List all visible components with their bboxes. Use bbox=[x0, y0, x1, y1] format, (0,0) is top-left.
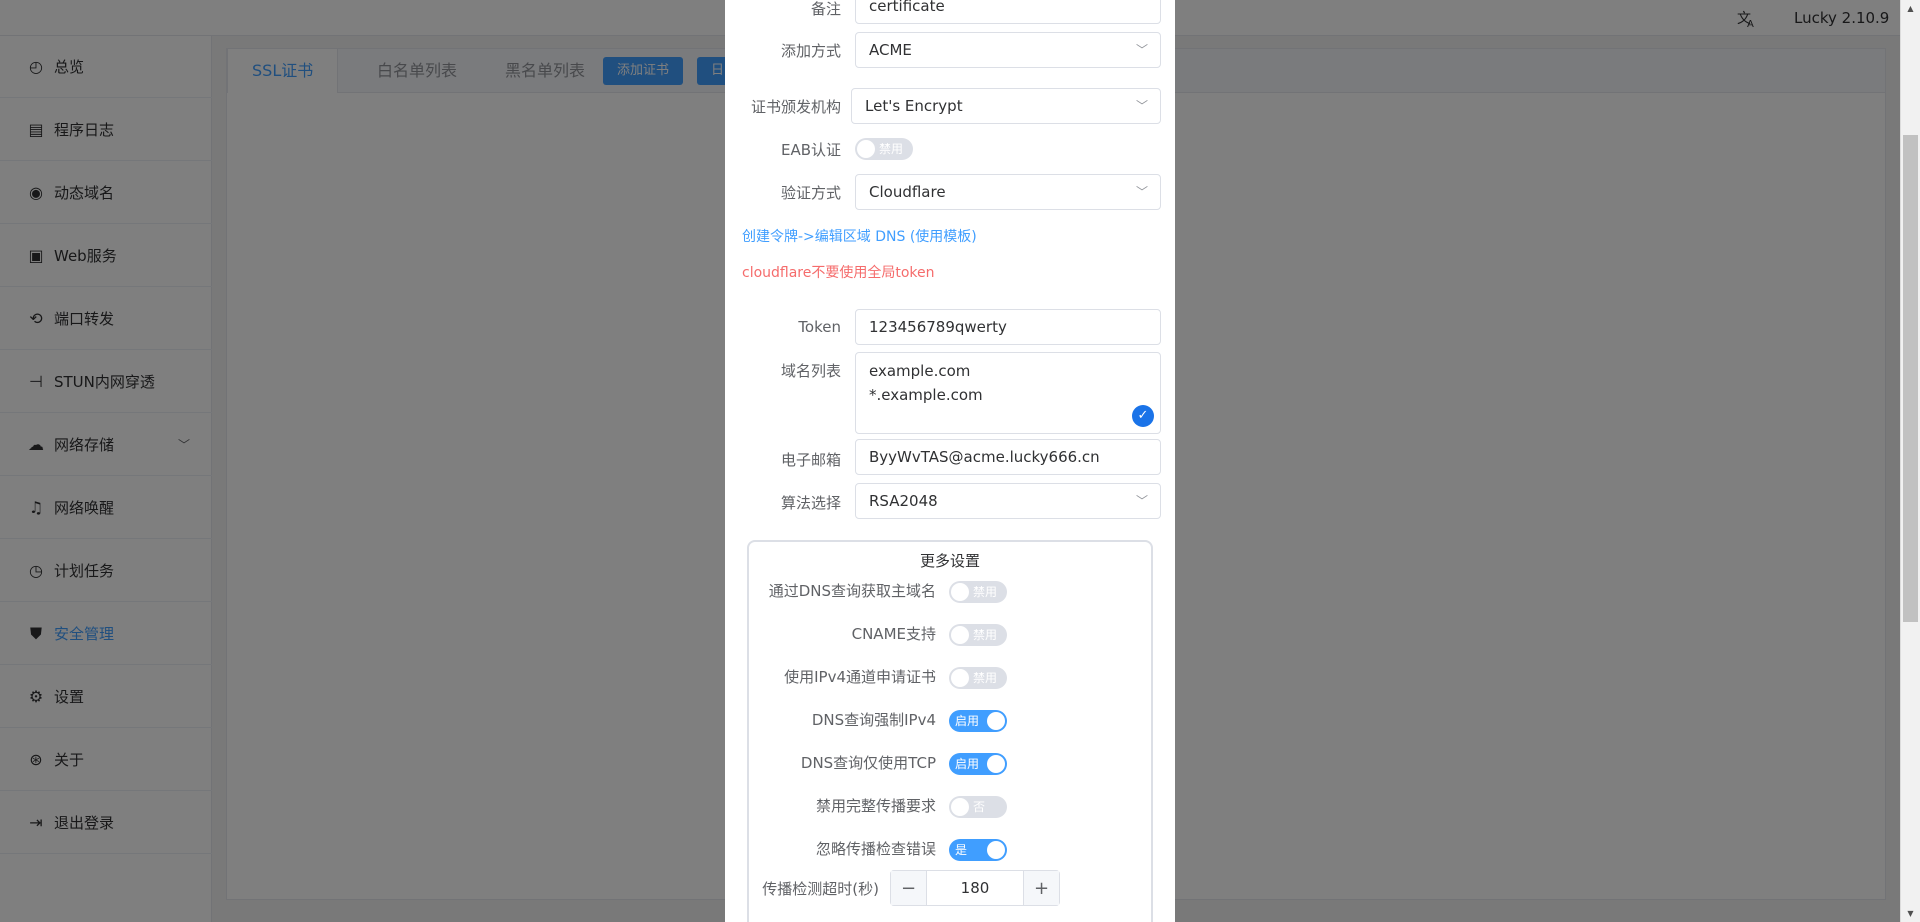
disable-propagation-label: 禁用完整传播要求 bbox=[815, 797, 936, 815]
switch-knob bbox=[987, 755, 1005, 773]
ca-value: Let's Encrypt bbox=[865, 97, 963, 115]
check-icon: ✓ bbox=[1132, 405, 1154, 427]
token-label: Token bbox=[798, 318, 841, 336]
switch-text: 禁用 bbox=[973, 628, 998, 642]
timeout-value[interactable]: 180 bbox=[927, 871, 1023, 905]
domains-label: 域名列表 bbox=[780, 362, 841, 380]
switch-text: 启用 bbox=[955, 714, 980, 728]
add-method-value: ACME bbox=[869, 41, 912, 59]
plus-icon[interactable]: + bbox=[1023, 871, 1059, 905]
algorithm-select[interactable]: RSA2048 ﹀ bbox=[855, 483, 1161, 519]
ca-select[interactable]: Let's Encrypt ﹀ bbox=[851, 88, 1161, 124]
domain-line: example.com bbox=[869, 362, 971, 380]
verify-method-value: Cloudflare bbox=[869, 183, 946, 201]
disable-propagation-switch[interactable]: 否 bbox=[949, 796, 1007, 818]
token-input[interactable]: 123456789qwerty bbox=[855, 309, 1161, 345]
token-warning: cloudflare不要使用全局token bbox=[742, 265, 935, 281]
verify-method-label: 验证方式 bbox=[780, 184, 841, 202]
email-input[interactable]: ByyWvTAS@acme.lucky666.cn bbox=[855, 439, 1161, 475]
remark-label: 备注 bbox=[810, 0, 841, 18]
domain-line: *.example.com bbox=[869, 386, 983, 404]
switch-text: 启用 bbox=[955, 757, 980, 771]
switch-text: 禁用 bbox=[973, 671, 998, 685]
propagation-timeout-label: 传播检测超时(秒) bbox=[762, 880, 879, 898]
add-method-select[interactable]: ACME ﹀ bbox=[855, 32, 1161, 68]
add-certificate-dialog: 备注 certificate 添加方式 ACME ﹀ 证书颁发机构 Let's … bbox=[725, 0, 1175, 922]
email-label: 电子邮箱 bbox=[780, 451, 841, 469]
switch-text: 是 bbox=[955, 843, 968, 857]
dns-main-domain-switch[interactable]: 禁用 bbox=[949, 581, 1007, 603]
switch-text: 禁用 bbox=[879, 142, 904, 156]
chevron-down-icon: ﹀ bbox=[1135, 43, 1148, 57]
dns-force-ipv4-switch[interactable]: 启用 bbox=[949, 710, 1007, 732]
verify-method-select[interactable]: Cloudflare ﹀ bbox=[855, 174, 1161, 210]
algorithm-value: RSA2048 bbox=[869, 492, 938, 510]
switch-knob bbox=[951, 626, 969, 644]
propagation-timeout-stepper[interactable]: − 180 + bbox=[890, 870, 1060, 906]
switch-knob bbox=[857, 140, 875, 158]
ca-label: 证书颁发机构 bbox=[750, 98, 841, 116]
minus-icon[interactable]: − bbox=[891, 871, 927, 905]
switch-knob bbox=[987, 841, 1005, 859]
eab-label: EAB认证 bbox=[780, 141, 841, 159]
more-settings-box: 更多设置 通过DNS查询获取主域名 禁用 CNAME支持 禁用 使用IPv4通道… bbox=[747, 540, 1153, 922]
scrollbar[interactable]: ▲ ▼ bbox=[1900, 0, 1920, 922]
remark-input[interactable]: certificate bbox=[855, 0, 1161, 24]
ignore-propagation-error-switch[interactable]: 是 bbox=[949, 839, 1007, 861]
switch-knob bbox=[987, 712, 1005, 730]
switch-knob bbox=[951, 583, 969, 601]
dns-main-domain-label: 通过DNS查询获取主域名 bbox=[768, 582, 936, 600]
ipv4-channel-label: 使用IPv4通道申请证书 bbox=[784, 668, 936, 686]
add-method-label: 添加方式 bbox=[780, 42, 841, 60]
dns-tcp-only-switch[interactable]: 启用 bbox=[949, 753, 1007, 775]
switch-knob bbox=[951, 798, 969, 816]
switch-text: 禁用 bbox=[973, 585, 998, 599]
dns-tcp-only-label: DNS查询仅使用TCP bbox=[800, 754, 936, 772]
more-settings-title: 更多设置 bbox=[919, 552, 980, 570]
cname-label: CNAME支持 bbox=[851, 625, 936, 643]
create-token-link[interactable]: 创建令牌->编辑区域 DNS (使用模板) bbox=[742, 226, 977, 246]
scroll-up-icon[interactable]: ▲ bbox=[1901, 0, 1920, 17]
ignore-propagation-error-label: 忽略传播检查错误 bbox=[815, 840, 936, 858]
ipv4-channel-switch[interactable]: 禁用 bbox=[949, 667, 1007, 689]
chevron-down-icon: ﹀ bbox=[1135, 99, 1148, 113]
dns-force-ipv4-label: DNS查询强制IPv4 bbox=[811, 711, 936, 729]
algorithm-label: 算法选择 bbox=[780, 494, 841, 512]
eab-switch[interactable]: 禁用 bbox=[855, 138, 913, 160]
switch-knob bbox=[951, 669, 969, 687]
cname-switch[interactable]: 禁用 bbox=[949, 624, 1007, 646]
chevron-down-icon: ﹀ bbox=[1135, 494, 1148, 508]
chevron-down-icon: ﹀ bbox=[1135, 185, 1148, 199]
switch-text: 否 bbox=[973, 800, 986, 814]
domains-textarea[interactable]: example.com *.example.com ✓ bbox=[855, 352, 1161, 434]
scroll-down-icon[interactable]: ▼ bbox=[1901, 905, 1920, 922]
scrollbar-thumb[interactable] bbox=[1903, 135, 1918, 622]
